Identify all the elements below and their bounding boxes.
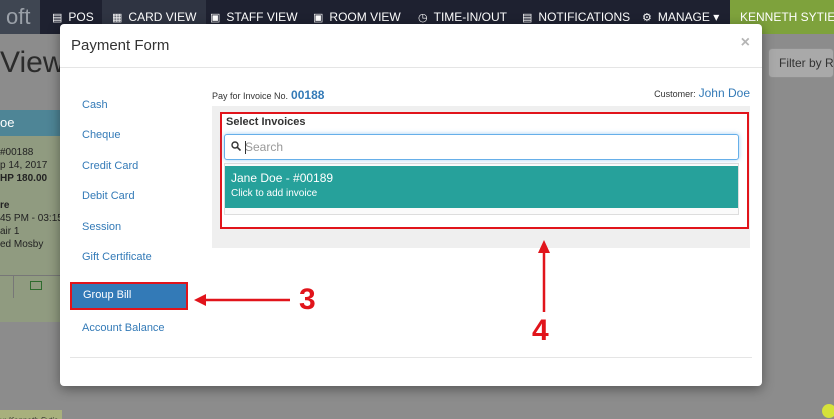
arrowhead-select-invoices [538, 240, 550, 253]
arrowhead-group-bill [194, 294, 206, 306]
annotation-step-3: 3 [299, 283, 316, 316]
annotation-step-4: 4 [532, 314, 549, 347]
help-bubble[interactable] [822, 404, 834, 418]
annotation-arrows [194, 240, 550, 312]
